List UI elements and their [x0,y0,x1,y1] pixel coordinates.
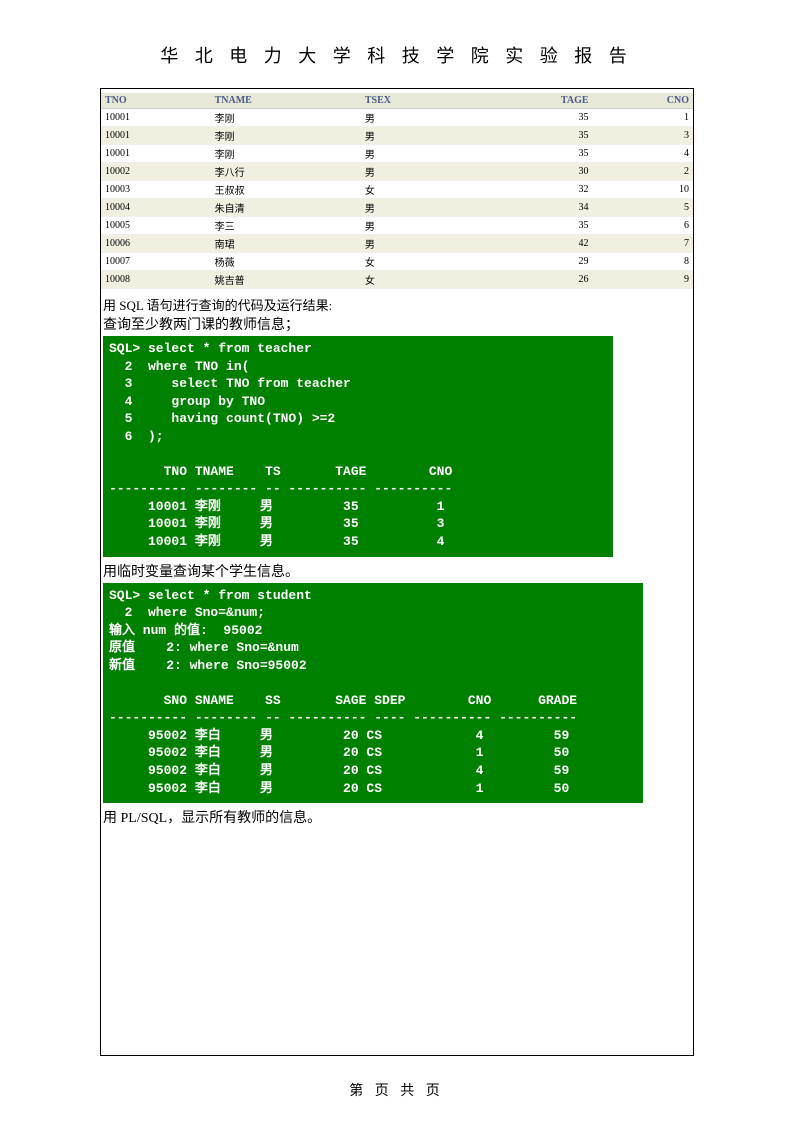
table-row: 10002李八行男302 [101,163,693,181]
cell-tage: 26 [474,271,592,289]
cell-tsex: 女 [361,253,474,271]
cell-tsex: 男 [361,145,474,163]
cell-tno: 10006 [101,235,211,253]
th-tsex: TSEX [361,93,474,109]
table-row: 10005李三男356 [101,217,693,235]
cell-tname: 杨薇 [211,253,361,271]
cell-cno: 8 [593,253,693,271]
table-row: 10004朱自清男345 [101,199,693,217]
cell-tage: 35 [474,109,592,127]
cell-tage: 35 [474,217,592,235]
cell-tsex: 女 [361,181,474,199]
cell-tname: 李八行 [211,163,361,181]
th-tage: TAGE [474,93,592,109]
cell-cno: 9 [593,271,693,289]
cell-tname: 李刚 [211,145,361,163]
cell-tsex: 男 [361,163,474,181]
table-row: 10003王叔叔女3210 [101,181,693,199]
cell-cno: 1 [593,109,693,127]
cell-tsex: 男 [361,235,474,253]
cell-cno: 2 [593,163,693,181]
teacher-table: TNO TNAME TSEX TAGE CNO 10001李刚男35110001… [101,93,693,289]
cell-tsex: 男 [361,127,474,145]
intro-text: 用 SQL 语句进行查询的代码及运行结果: [101,289,693,314]
page-title: 华 北 电 力 大 学 科 技 学 院 实 验 报 告 [0,0,793,68]
cell-tage: 32 [474,181,592,199]
cell-tage: 42 [474,235,592,253]
cell-cno: 3 [593,127,693,145]
table-row: 10001李刚男354 [101,145,693,163]
cell-tname: 李刚 [211,109,361,127]
cell-tno: 10004 [101,199,211,217]
th-tname: TNAME [211,93,361,109]
cell-tno: 10001 [101,145,211,163]
terminal-output-2: SQL> select * from student 2 where Sno=&… [103,583,643,804]
page-footer: 第 页 共 页 [0,1080,793,1100]
table-row: 10006南珺男427 [101,235,693,253]
cell-tno: 10005 [101,217,211,235]
cell-cno: 10 [593,181,693,199]
terminal-output-1: SQL> select * from teacher 2 where TNO i… [103,336,613,557]
table-row: 10001李刚男353 [101,127,693,145]
cell-tno: 10001 [101,109,211,127]
content-frame: TNO TNAME TSEX TAGE CNO 10001李刚男35110001… [100,88,694,1056]
cell-tsex: 女 [361,271,474,289]
cell-tname: 姚吉普 [211,271,361,289]
cell-tname: 李刚 [211,127,361,145]
cell-tno: 10003 [101,181,211,199]
th-cno: CNO [593,93,693,109]
cell-cno: 6 [593,217,693,235]
cell-tname: 王叔叔 [211,181,361,199]
cell-cno: 5 [593,199,693,217]
table-row: 10001李刚男351 [101,109,693,127]
table-row: 10008姚吉普女269 [101,271,693,289]
cell-tname: 南珺 [211,235,361,253]
cell-tno: 10002 [101,163,211,181]
cell-tsex: 男 [361,217,474,235]
query1-heading: 查询至少教两门课的教师信息； [101,314,693,336]
cell-cno: 7 [593,235,693,253]
cell-cno: 4 [593,145,693,163]
teacher-table-body: 10001李刚男35110001李刚男35310001李刚男35410002李八… [101,109,693,289]
query3-heading: 用 PL/SQL，显示所有教师的信息。 [101,803,693,829]
cell-tage: 35 [474,127,592,145]
cell-tage: 34 [474,199,592,217]
th-tno: TNO [101,93,211,109]
query2-heading: 用临时变量查询某个学生信息。 [101,557,693,583]
cell-tname: 李三 [211,217,361,235]
cell-tage: 29 [474,253,592,271]
cell-tname: 朱自清 [211,199,361,217]
table-row: 10007杨薇女298 [101,253,693,271]
cell-tsex: 男 [361,109,474,127]
cell-tage: 30 [474,163,592,181]
cell-tsex: 男 [361,199,474,217]
cell-tno: 10007 [101,253,211,271]
query3-text: 用 PL/SQL，显示所有教师的信息。 [103,811,321,826]
cell-tage: 35 [474,145,592,163]
cell-tno: 10008 [101,271,211,289]
cell-tno: 10001 [101,127,211,145]
